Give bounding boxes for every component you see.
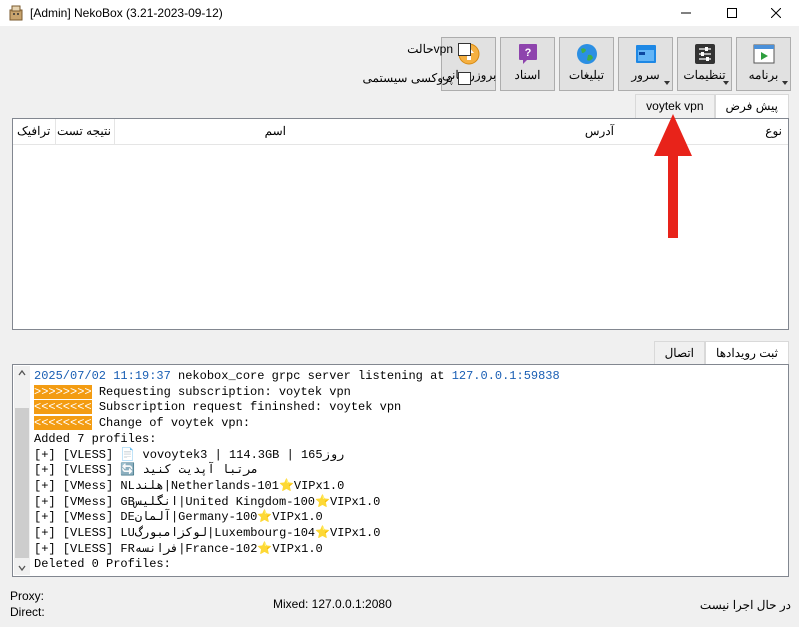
log-message: Requesting subscription: voytek vpn (98, 384, 351, 399)
settings-icon (695, 44, 715, 64)
system-proxy-checkbox[interactable]: پروکسی سیستمی (351, 70, 471, 86)
log-profile-line: [+] [VLESS] FRفرانسه|France-102⭐VIPx1.0 (34, 541, 323, 556)
column-type[interactable]: نوع (765, 124, 782, 138)
tab-connections[interactable]: اتصال (653, 341, 706, 365)
log-line: Added 7 profiles: (34, 431, 157, 446)
vpn-mode-label: حالتvpn (407, 42, 453, 56)
vpn-mode-box[interactable] (458, 42, 471, 56)
title-bar: [Admin] NekoBox (3.21-2023-09-12) (0, 0, 799, 26)
dropdown-arrow-icon (782, 81, 788, 85)
log-profile-line: [+] [VMess] DEآلمان|Germany-100⭐VIPx1.0 (34, 510, 323, 525)
mode-checkboxes: حالتvpn پروکسی سیستمی (351, 41, 471, 99)
log-text: 2025/07/02 11:19:37 nekobox_core grpc se… (34, 369, 560, 573)
log-profile-line: [+] [VLESS] LUلوکزامبورگ|Luxembourg-104⭐… (34, 526, 381, 541)
ads-button[interactable]: تبلیغات (559, 37, 614, 91)
status-bar: Proxy: Direct: Mixed: 127.0.0.1:2080 در … (0, 585, 799, 627)
column-address[interactable]: آدرس (585, 124, 614, 138)
proxy-status: Proxy: (10, 589, 45, 603)
scrollbar-thumb[interactable] (15, 408, 29, 558)
close-icon (771, 8, 781, 18)
vpn-mode-checkbox[interactable]: حالتvpn (351, 41, 471, 57)
maximize-button[interactable] (709, 0, 755, 26)
server-label: سرور (631, 68, 660, 82)
column-traffic[interactable]: ترافیک (17, 124, 50, 138)
log-marker: <<<<<<<< (34, 400, 92, 415)
system-proxy-label: پروکسی سیستمی (362, 71, 453, 85)
dropdown-arrow-icon (723, 81, 729, 85)
mixed-status: Mixed: 127.0.0.1:2080 (273, 597, 392, 611)
window-title: [Admin] NekoBox (3.21-2023-09-12) (30, 6, 223, 20)
log-line: Deleted 0 Profiles: (34, 557, 171, 572)
globe-icon (577, 44, 597, 64)
running-status: در حال اجرا نیست (699, 598, 791, 612)
server-menu-button[interactable]: سرور (618, 37, 673, 91)
direct-status: Direct: (10, 605, 45, 619)
log-line: <<<<<<<< Subscription request fininshed:… (34, 400, 560, 416)
system-proxy-box[interactable] (458, 71, 471, 85)
program-menu-button[interactable]: برنامه (736, 37, 791, 91)
program-label: برنامه (748, 68, 779, 82)
ads-label: تبلیغات (568, 68, 605, 82)
minimize-icon (681, 12, 691, 14)
log-profile-line: [+] [VMess] NLهلند|Netherlands-101⭐VIPx1… (34, 478, 345, 493)
log-message: Change of voytek vpn: (98, 416, 251, 431)
close-button[interactable] (753, 0, 799, 26)
red-annotation-arrow-icon (654, 114, 692, 238)
log-marker: <<<<<<<< (34, 416, 92, 431)
tab-default-group[interactable]: پیش فرض (714, 94, 789, 119)
log-line: <<<<<<<< Change of voytek vpn: (34, 416, 560, 432)
log-profile-line: [+] [VLESS] 📄 vovoytek3 | 114.3GB | 165ر… (34, 447, 345, 462)
log-profile-line: [+] [VLESS] 🔄 مرتبا آپدیت کنید (34, 463, 259, 478)
dropdown-arrow-icon (664, 81, 670, 85)
docs-button[interactable]: ? اسناد (500, 37, 555, 91)
log-line: 2025/07/02 11:19:37 nekobox_core grpc se… (34, 369, 560, 385)
log-tabs: ثبت رویدادها اتصال (653, 341, 789, 366)
log-profile-line: [+] [VMess] GBانگلیس|United Kingdom-100⭐… (34, 494, 381, 509)
main-toolbar: برنامه تنظیمات سرور تبلیغات ? اسناد (441, 37, 791, 91)
log-line: >>>>>>>> Requesting subscription: voytek… (34, 384, 560, 401)
tab-event-log[interactable]: ثبت رویدادها (705, 341, 789, 366)
column-test-result[interactable]: نتیجه تست (57, 124, 111, 138)
minimize-button[interactable] (663, 0, 709, 26)
column-name[interactable]: اسم (265, 124, 286, 138)
column-divider[interactable] (114, 119, 115, 145)
settings-label: تنظیمات (683, 68, 726, 82)
server-icon (636, 45, 656, 63)
docs-icon: ? (519, 44, 537, 64)
scroll-down-icon[interactable] (18, 564, 26, 572)
column-divider[interactable] (55, 119, 56, 145)
docs-label: اسناد (514, 68, 541, 82)
log-timestamp: 2025/07/02 11:19:37 (34, 369, 171, 383)
scroll-up-icon[interactable] (18, 369, 26, 377)
log-message: nekobox_core grpc server listening at (178, 369, 445, 383)
settings-menu-button[interactable]: تنظیمات (677, 37, 732, 91)
log-message: Subscription request fininshed: voytek v… (98, 400, 402, 415)
program-icon (753, 44, 775, 64)
log-address: 127.0.0.1:59838 (451, 369, 560, 383)
nekobox-app-icon (9, 5, 23, 21)
svg-text:?: ? (525, 47, 532, 59)
log-panel[interactable]: 2025/07/02 11:19:37 nekobox_core grpc se… (12, 364, 789, 577)
log-scrollbar[interactable] (14, 366, 30, 575)
log-marker: >>>>>>>> (34, 384, 92, 399)
maximize-icon (727, 8, 737, 18)
